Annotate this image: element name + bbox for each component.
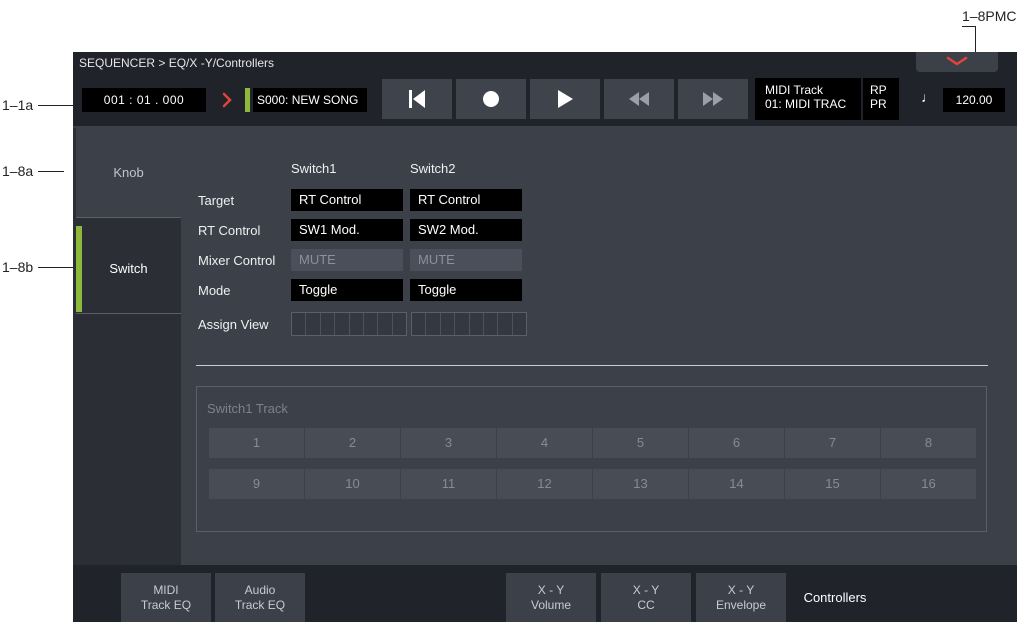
column-header-switch2: Switch2 bbox=[410, 161, 456, 176]
tempo-display[interactable]: 120.00 bbox=[943, 88, 1005, 112]
switch2-rt-control-select[interactable]: SW2 Mod. bbox=[410, 219, 522, 241]
track-row-1: 1 2 3 4 5 6 7 8 bbox=[209, 428, 976, 458]
track-cell: 15 bbox=[785, 469, 881, 499]
play-icon bbox=[558, 90, 573, 108]
track-cell: 16 bbox=[881, 469, 976, 499]
tab-xy-envelope-line1: X - Y bbox=[727, 582, 755, 597]
page-title: SEQUENCER > EQ/X -Y/Controllers bbox=[73, 52, 1017, 74]
label-rt-control: RT Control bbox=[198, 223, 261, 238]
song-select[interactable]: S000: NEW SONG bbox=[253, 88, 367, 112]
track-cell: 13 bbox=[593, 469, 689, 499]
track-cell: 14 bbox=[689, 469, 785, 499]
skip-to-start-icon bbox=[409, 90, 425, 108]
chevron-down-icon bbox=[946, 56, 968, 66]
track-cell: 7 bbox=[785, 428, 881, 458]
track-cell: 11 bbox=[401, 469, 497, 499]
track-select-name: 01: MIDI TRAC bbox=[765, 97, 847, 111]
label-target: Target bbox=[198, 193, 235, 208]
tab-controllers[interactable]: Controllers bbox=[790, 573, 880, 622]
tab-audio-track-eq[interactable]: Audio Track EQ bbox=[215, 573, 305, 622]
callout-pmc-tick bbox=[962, 26, 976, 27]
switch2-assign-view bbox=[411, 312, 527, 336]
track-cell: 3 bbox=[401, 428, 497, 458]
record-icon bbox=[483, 91, 499, 107]
tab-knob-label: Knob bbox=[113, 165, 144, 180]
tab-knob[interactable]: Knob bbox=[76, 128, 181, 218]
play-button[interactable] bbox=[530, 79, 600, 119]
switch1-assign-view bbox=[291, 312, 407, 336]
transport-bar: 001 : 01 . 000 S000: NEW SONG MIDI Track… bbox=[73, 74, 1017, 126]
switch1-mode-select[interactable]: Toggle bbox=[291, 279, 403, 301]
rewind-button[interactable] bbox=[604, 79, 674, 119]
tab-xy-volume[interactable]: X - Y Volume bbox=[506, 573, 596, 622]
rp-label: RP bbox=[870, 83, 887, 97]
track-cell: 10 bbox=[305, 469, 401, 499]
switch-parameters-panel: Switch1 Switch2 Target RT Control Mixer … bbox=[183, 128, 1017, 565]
switch1-mixer-control-select: MUTE bbox=[291, 249, 403, 271]
tab-xy-cc[interactable]: X - Y CC bbox=[601, 573, 691, 622]
callout-1-8a: 1–8a bbox=[2, 163, 34, 179]
switch2-mixer-control-select: MUTE bbox=[410, 249, 522, 271]
tab-xy-cc-line2: CC bbox=[637, 597, 655, 612]
tab-xy-cc-line1: X - Y bbox=[632, 582, 660, 597]
tab-xy-volume-line2: Volume bbox=[530, 597, 572, 612]
track-row-2: 9 10 11 12 13 14 15 16 bbox=[209, 469, 976, 499]
track-cell: 9 bbox=[209, 469, 305, 499]
rewind-icon bbox=[629, 92, 649, 106]
sequencer-screen: SEQUENCER > EQ/X -Y/Controllers 001 : 01… bbox=[73, 52, 1017, 622]
track-select[interactable]: MIDI Track 01: MIDI TRAC bbox=[755, 78, 861, 120]
record-button[interactable] bbox=[456, 79, 526, 119]
tab-xy-envelope-line2: Envelope bbox=[715, 597, 767, 612]
tab-xy-volume-line1: X - Y bbox=[537, 582, 565, 597]
switch2-target-select[interactable]: RT Control bbox=[410, 189, 522, 211]
fast-forward-button[interactable] bbox=[678, 79, 748, 119]
quarter-note-icon: ♩ bbox=[921, 89, 935, 105]
track-cell: 6 bbox=[689, 428, 785, 458]
page-menu-button[interactable] bbox=[916, 52, 998, 72]
tab-midi-track-eq-line2: Track EQ bbox=[140, 597, 192, 612]
tab-audio-track-eq-line1: Audio bbox=[244, 582, 276, 597]
label-assign-view: Assign View bbox=[198, 317, 269, 332]
switch1-target-select[interactable]: RT Control bbox=[291, 189, 403, 211]
chevron-right-icon bbox=[220, 88, 234, 112]
tab-switch-label: Switch bbox=[109, 261, 148, 276]
page-tab-bar: MIDI Track EQ Audio Track EQ X - Y Volume X… bbox=[73, 565, 1017, 622]
callout-1-8a-line bbox=[38, 171, 64, 172]
track-cell: 1 bbox=[209, 428, 305, 458]
tab-switch-indicator bbox=[76, 226, 82, 312]
pr-label: PR bbox=[870, 97, 887, 111]
track-select-type: MIDI Track bbox=[765, 83, 824, 97]
tab-midi-track-eq[interactable]: MIDI Track EQ bbox=[121, 573, 211, 622]
label-mode: Mode bbox=[198, 283, 231, 298]
tab-audio-track-eq-line2: Track EQ bbox=[234, 597, 286, 612]
callout-pmc: 1–8PMC bbox=[962, 8, 1017, 24]
callout-1-8b: 1–8b bbox=[2, 259, 34, 275]
track-cell: 8 bbox=[881, 428, 976, 458]
tab-midi-track-eq-line1: MIDI bbox=[153, 582, 179, 597]
fast-forward-icon bbox=[703, 92, 723, 106]
rp-pr-indicator: RP PR bbox=[863, 78, 899, 120]
tab-controllers-label: Controllers bbox=[803, 590, 867, 605]
track-cell: 4 bbox=[497, 428, 593, 458]
label-mixer-control: Mixer Control bbox=[198, 253, 276, 268]
switch1-rt-control-select[interactable]: SW1 Mod. bbox=[291, 219, 403, 241]
left-nav: Knob Switch bbox=[73, 128, 181, 565]
song-select-marker bbox=[245, 88, 250, 112]
location-display[interactable]: 001 : 01 . 000 bbox=[82, 88, 206, 112]
section-divider bbox=[196, 365, 988, 366]
skip-to-start-button[interactable] bbox=[382, 79, 452, 119]
track-cell: 5 bbox=[593, 428, 689, 458]
switch1-track-panel: Switch1 Track 1 2 3 4 5 6 7 8 9 10 11 12… bbox=[196, 386, 987, 532]
track-cell: 12 bbox=[497, 469, 593, 499]
switch2-mode-select[interactable]: Toggle bbox=[410, 279, 522, 301]
track-cell: 2 bbox=[305, 428, 401, 458]
tab-switch[interactable]: Switch bbox=[76, 224, 181, 314]
tab-xy-envelope[interactable]: X - Y Envelope bbox=[696, 573, 786, 622]
column-header-switch1: Switch1 bbox=[291, 161, 337, 176]
track-panel-title: Switch1 Track bbox=[207, 401, 288, 416]
callout-1-1a: 1–1a bbox=[2, 97, 34, 113]
